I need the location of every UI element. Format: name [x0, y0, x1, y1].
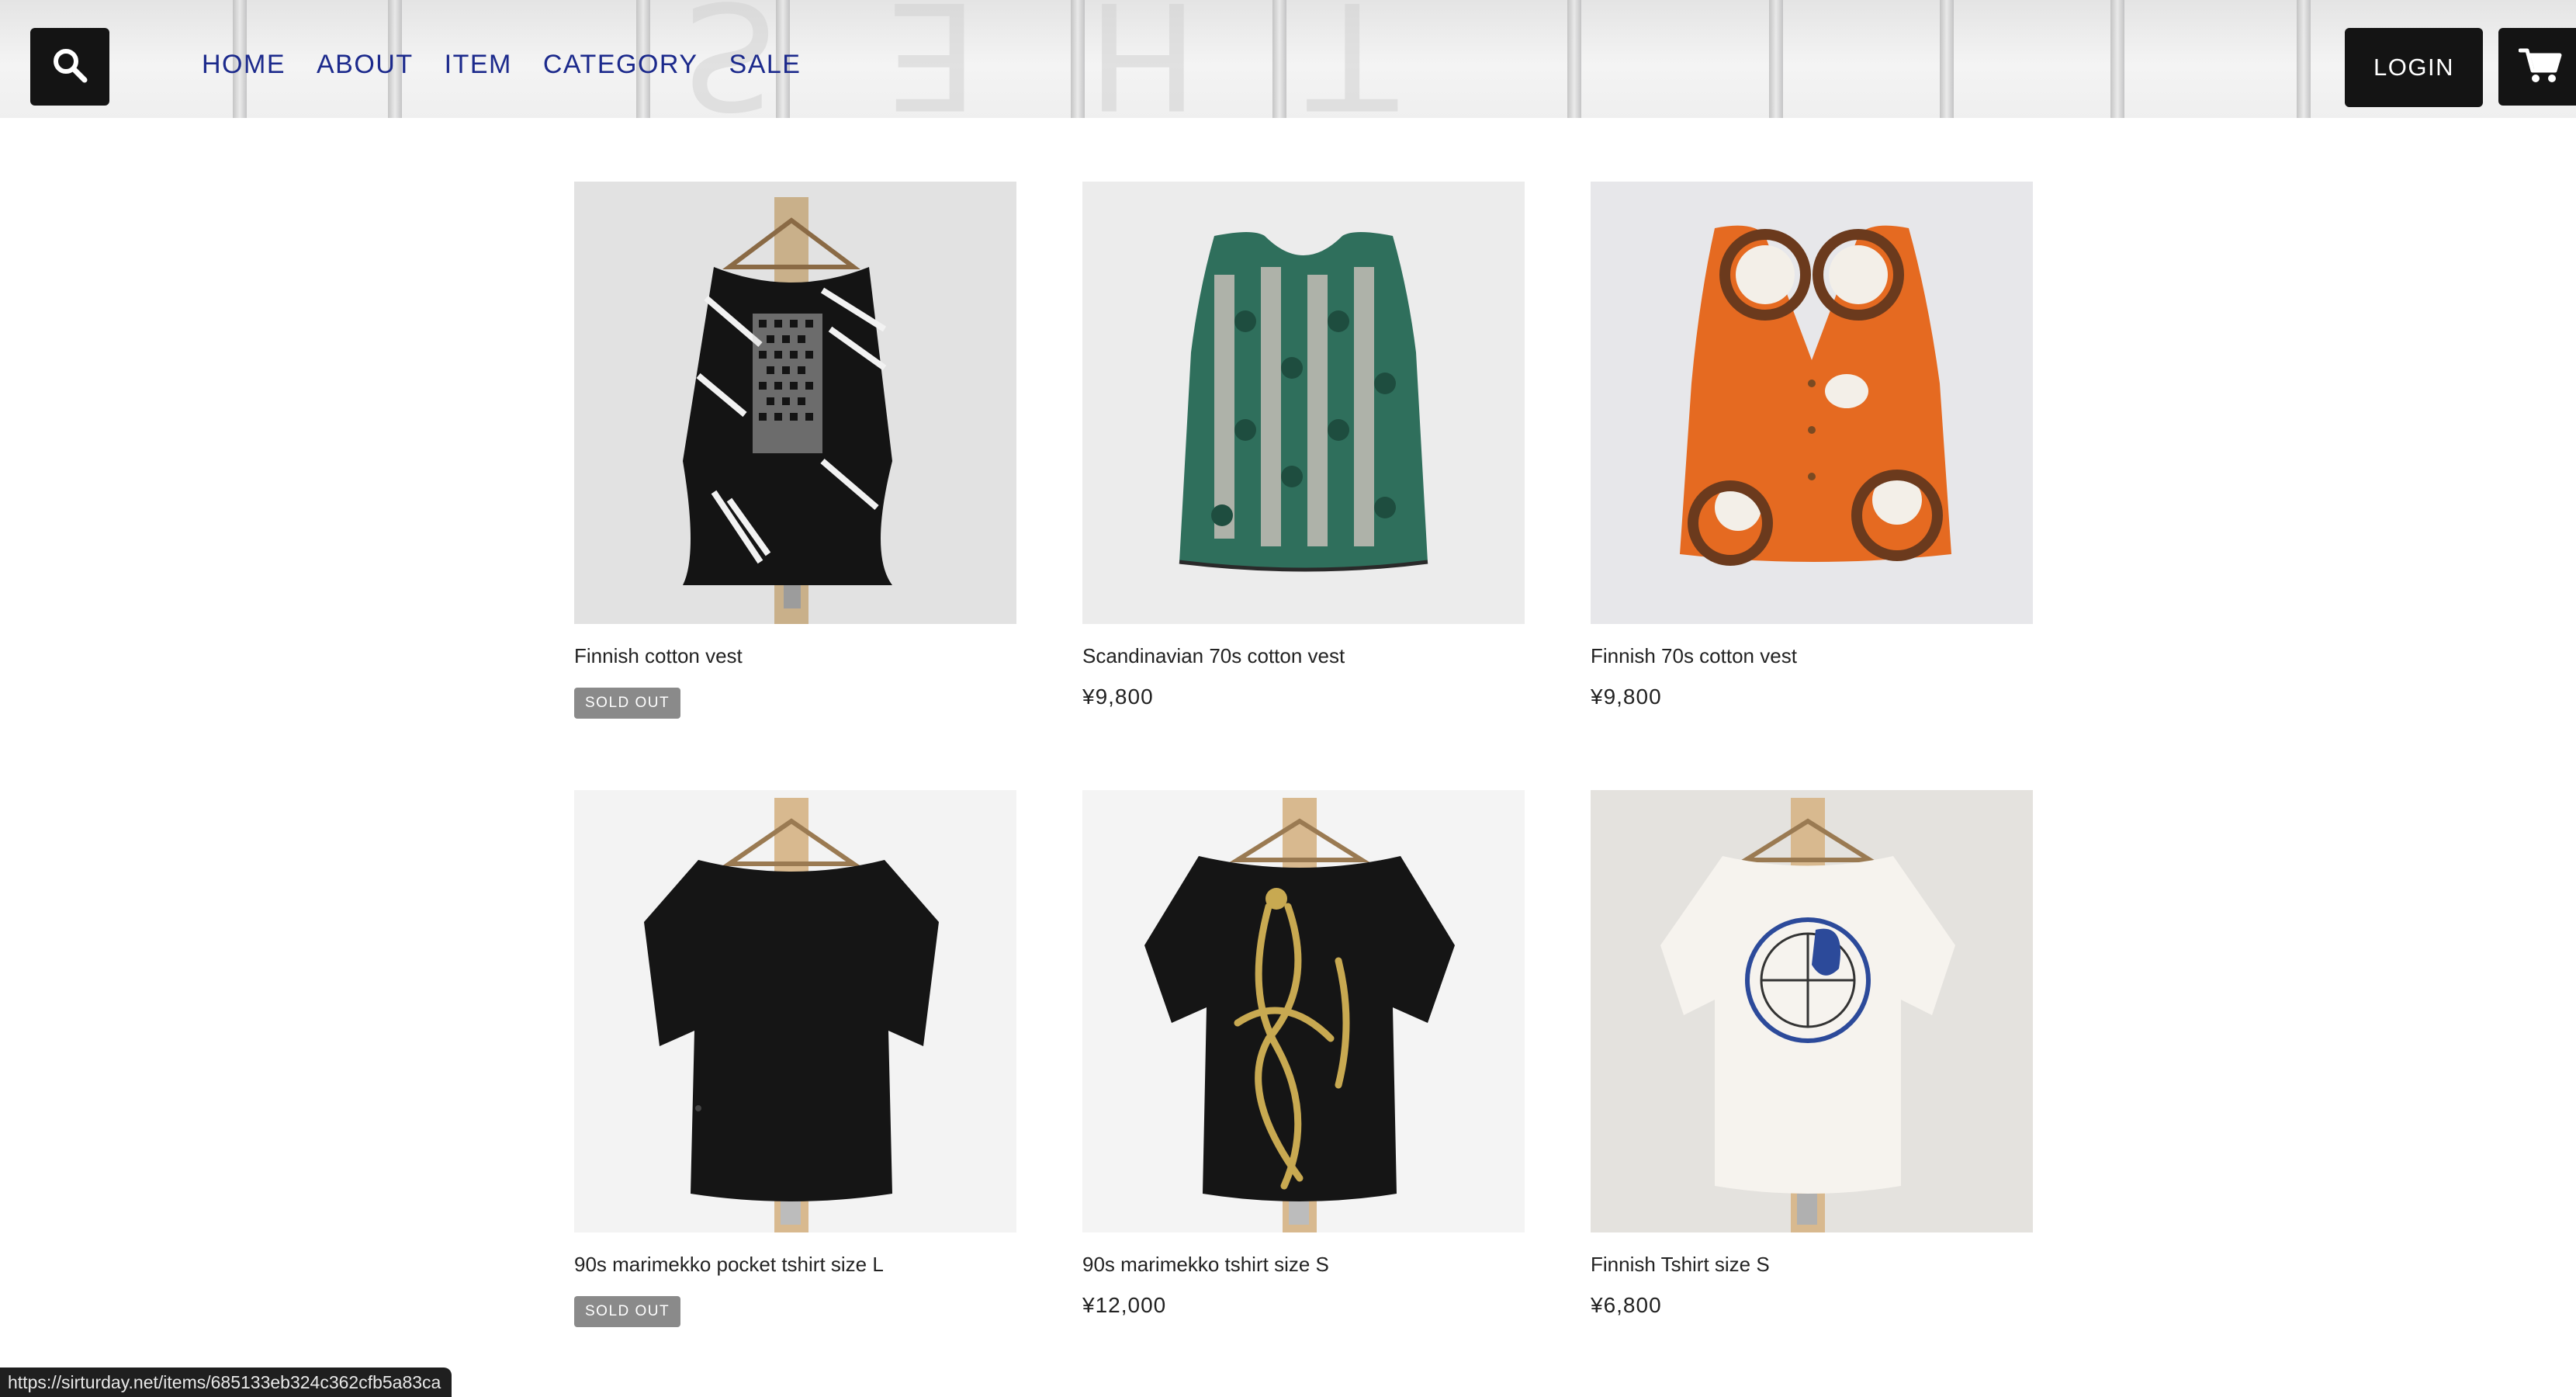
site-header: S Ǝ H T HOME ABOUT ITEM CATEGORY SALE LO…	[0, 0, 2576, 118]
product-card[interactable]: Finnish cotton vest SOLD OUT	[574, 182, 1016, 719]
product-price: ¥12,000	[1082, 1293, 1167, 1317]
nav-item[interactable]: ITEM	[445, 47, 512, 82]
product-name[interactable]: Finnish 70s cotton vest	[1591, 644, 1797, 668]
product-image[interactable]	[1082, 790, 1525, 1232]
nav-home[interactable]: HOME	[202, 47, 286, 82]
product-name[interactable]: Scandinavian 70s cotton vest	[1082, 644, 1345, 668]
nav-category[interactable]: CATEGORY	[543, 47, 698, 82]
main-nav: HOME ABOUT ITEM CATEGORY SALE	[202, 47, 801, 82]
product-image[interactable]	[574, 182, 1016, 624]
nav-about[interactable]: ABOUT	[317, 47, 414, 82]
page: S Ǝ H T HOME ABOUT ITEM CATEGORY SALE LO…	[0, 0, 2576, 1397]
cart-button[interactable]	[2498, 28, 2576, 106]
search-button[interactable]	[30, 28, 109, 106]
product-image[interactable]	[1591, 182, 2033, 624]
nav-sale[interactable]: SALE	[729, 47, 802, 82]
product-price: ¥9,800	[1591, 685, 1662, 709]
product-image[interactable]	[574, 790, 1016, 1232]
product-card[interactable]: Finnish Tshirt size S ¥6,800	[1591, 790, 2033, 1317]
product-price: ¥6,800	[1591, 1293, 1662, 1317]
product-price: ¥9,800	[1082, 685, 1154, 709]
product-card[interactable]: Finnish 70s cotton vest ¥9,800	[1591, 182, 2033, 709]
product-card[interactable]: 90s marimekko tshirt size S ¥12,000	[1082, 790, 1525, 1317]
product-image[interactable]	[1082, 182, 1525, 624]
product-card[interactable]: 90s marimekko pocket tshirt size L SOLD …	[574, 790, 1016, 1327]
sold-out-badge: SOLD OUT	[574, 1296, 681, 1327]
search-icon	[50, 46, 89, 88]
product-name[interactable]: 90s marimekko pocket tshirt size L	[574, 1253, 884, 1277]
link-preview-status-bar: https://sirturday.net/items/685133eb324c…	[0, 1368, 452, 1397]
product-card[interactable]: Scandinavian 70s cotton vest ¥9,800	[1082, 182, 1525, 709]
product-name[interactable]: 90s marimekko tshirt size S	[1082, 1253, 1329, 1277]
product-name[interactable]: Finnish cotton vest	[574, 644, 743, 668]
cart-icon	[2518, 46, 2562, 88]
login-button[interactable]: LOGIN	[2345, 28, 2483, 107]
product-image[interactable]	[1591, 790, 2033, 1232]
product-name[interactable]: Finnish Tshirt size S	[1591, 1253, 1770, 1277]
sold-out-badge: SOLD OUT	[574, 688, 681, 719]
